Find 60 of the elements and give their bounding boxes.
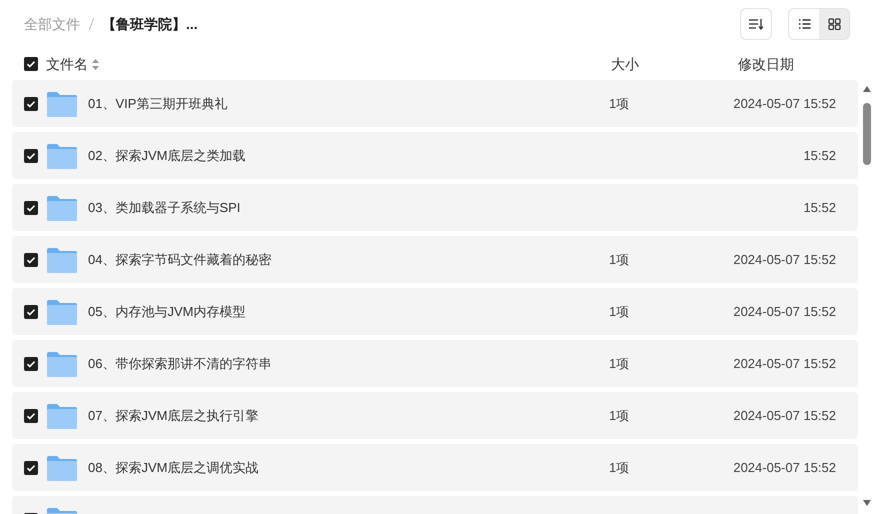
breadcrumb-current[interactable]: 【鲁班学院】... bbox=[102, 14, 198, 34]
folder-icon bbox=[47, 402, 77, 428]
modified-date: 2024-05-07 15:52 bbox=[733, 406, 836, 425]
file-name[interactable]: 04、探索字节码文件藏着的秘密 bbox=[88, 250, 272, 270]
folder-icon bbox=[47, 90, 77, 116]
file-row[interactable]: 05、内存池与JVM内存模型 1项 2024-05-07 15:52 bbox=[12, 288, 858, 335]
scroll-down-icon[interactable] bbox=[863, 500, 871, 506]
checkbox[interactable] bbox=[24, 148, 38, 162]
scrollbar-thumb[interactable] bbox=[863, 103, 871, 165]
folder-icon bbox=[47, 194, 77, 220]
file-size: 1项 bbox=[609, 302, 630, 321]
folder-icon bbox=[47, 454, 77, 480]
modified-date: 15:52 bbox=[803, 146, 836, 165]
folder-icon bbox=[47, 298, 77, 324]
file-row[interactable]: 08、探索JVM底层之调优实战 1项 2024-05-07 15:52 bbox=[12, 444, 858, 491]
modified-date: 2024-05-07 15:52 bbox=[733, 302, 836, 321]
grid-icon bbox=[828, 18, 840, 30]
file-name[interactable]: 06、带你探索那讲不清的字符串 bbox=[88, 354, 272, 374]
list-icon bbox=[798, 18, 810, 30]
checkbox[interactable] bbox=[24, 57, 38, 71]
grid-view-button[interactable] bbox=[819, 9, 849, 39]
modified-date: 2024-05-07 15:52 bbox=[733, 458, 836, 477]
file-name[interactable]: 07、探索JVM底层之执行引擎 bbox=[88, 406, 258, 426]
modified-date: 2024-05-07 15:52 bbox=[733, 354, 836, 373]
column-header: 修改日期 bbox=[738, 54, 794, 74]
checkbox[interactable] bbox=[24, 304, 38, 318]
sort-icon bbox=[749, 18, 763, 30]
file-row[interactable]: 01、VIP第三期开班典礼 1项 2024-05-07 15:52 bbox=[12, 80, 858, 127]
modified-date: 15:52 bbox=[803, 198, 836, 217]
checkbox[interactable] bbox=[24, 200, 38, 214]
folder-icon bbox=[47, 246, 77, 272]
checkbox[interactable] bbox=[24, 408, 38, 422]
checkbox[interactable] bbox=[24, 356, 38, 370]
file-name[interactable]: 02、探索JVM底层之类加载 bbox=[88, 146, 246, 166]
modified-date: 2024-05-07 15:52 bbox=[733, 94, 836, 113]
file-name[interactable]: 01、VIP第三期开班典礼 bbox=[88, 94, 228, 114]
file-name[interactable]: 08、探索JVM底层之调优实战 bbox=[88, 458, 258, 478]
file-size: 1项 bbox=[609, 406, 630, 425]
checkbox[interactable] bbox=[24, 460, 38, 474]
sort-button[interactable] bbox=[740, 8, 772, 40]
file-size: 1项 bbox=[609, 250, 630, 269]
file-row[interactable]: 04、探索字节码文件藏着的秘密 1项 2024-05-07 15:52 bbox=[12, 236, 858, 283]
modified-date: 2024-05-07 15:52 bbox=[733, 250, 836, 269]
file-row[interactable]: 03、类加载器子系统与SPI 15:52 bbox=[12, 184, 858, 231]
file-row[interactable]: 07、探索JVM底层之执行引擎 1项 2024-05-07 15:52 bbox=[12, 392, 858, 439]
checkbox[interactable] bbox=[24, 96, 38, 110]
file-size: 1项 bbox=[609, 458, 630, 477]
file-size: 1项 bbox=[609, 354, 630, 373]
file-name[interactable]: 05、内存池与JVM内存模型 bbox=[88, 302, 246, 322]
column-header: 大小 bbox=[611, 54, 639, 74]
column-header[interactable]: 文件名 bbox=[46, 54, 88, 74]
file-row[interactable]: 02、探索JVM底层之类加载 15:52 bbox=[12, 132, 858, 179]
file-size: 1项 bbox=[609, 94, 630, 113]
file-row[interactable]: 06、带你探索那讲不清的字符串 1项 2024-05-07 15:52 bbox=[12, 340, 858, 387]
file-name[interactable]: 03、类加载器子系统与SPI bbox=[88, 198, 240, 218]
folder-icon bbox=[47, 142, 77, 168]
checkbox[interactable] bbox=[24, 252, 38, 266]
sort-icon[interactable] bbox=[92, 58, 99, 70]
folder-icon bbox=[47, 350, 77, 376]
scroll-up-icon[interactable] bbox=[863, 86, 871, 92]
